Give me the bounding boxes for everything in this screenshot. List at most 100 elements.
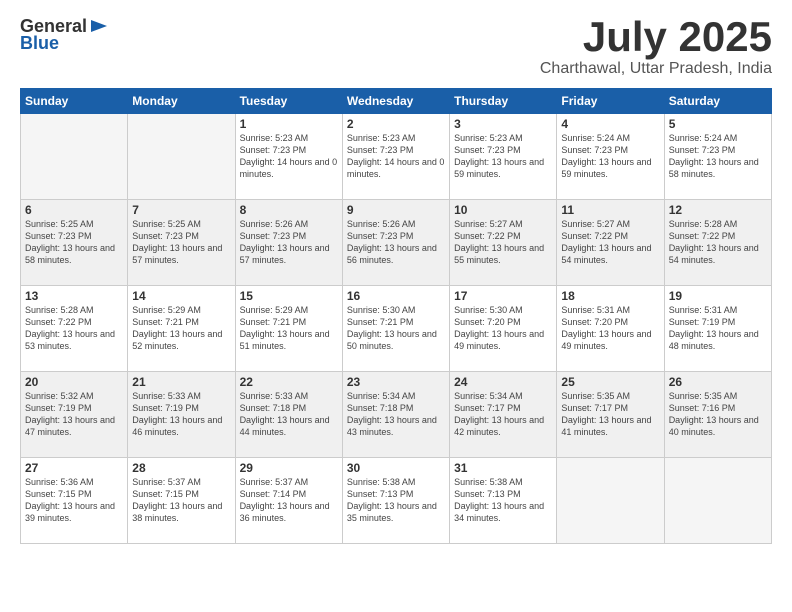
- day-info: Sunrise: 5:25 AMSunset: 7:23 PMDaylight:…: [132, 218, 230, 267]
- calendar-header-row: Sunday Monday Tuesday Wednesday Thursday…: [21, 89, 772, 114]
- table-row: 12Sunrise: 5:28 AMSunset: 7:22 PMDayligh…: [664, 200, 771, 286]
- table-row: 11Sunrise: 5:27 AMSunset: 7:22 PMDayligh…: [557, 200, 664, 286]
- day-info: Sunrise: 5:27 AMSunset: 7:22 PMDaylight:…: [561, 218, 659, 267]
- table-row: 6Sunrise: 5:25 AMSunset: 7:23 PMDaylight…: [21, 200, 128, 286]
- table-row: 21Sunrise: 5:33 AMSunset: 7:19 PMDayligh…: [128, 372, 235, 458]
- header-thursday: Thursday: [450, 89, 557, 114]
- day-info: Sunrise: 5:24 AMSunset: 7:23 PMDaylight:…: [561, 132, 659, 181]
- table-row: 8Sunrise: 5:26 AMSunset: 7:23 PMDaylight…: [235, 200, 342, 286]
- table-row: 10Sunrise: 5:27 AMSunset: 7:22 PMDayligh…: [450, 200, 557, 286]
- day-number: 3: [454, 117, 552, 131]
- header-monday: Monday: [128, 89, 235, 114]
- table-row: 25Sunrise: 5:35 AMSunset: 7:17 PMDayligh…: [557, 372, 664, 458]
- table-row: 9Sunrise: 5:26 AMSunset: 7:23 PMDaylight…: [342, 200, 449, 286]
- header-saturday: Saturday: [664, 89, 771, 114]
- table-row: 31Sunrise: 5:38 AMSunset: 7:13 PMDayligh…: [450, 458, 557, 544]
- day-number: 6: [25, 203, 123, 217]
- day-number: 16: [347, 289, 445, 303]
- day-number: 1: [240, 117, 338, 131]
- day-info: Sunrise: 5:33 AMSunset: 7:18 PMDaylight:…: [240, 390, 338, 439]
- table-row: 14Sunrise: 5:29 AMSunset: 7:21 PMDayligh…: [128, 286, 235, 372]
- table-row: 27Sunrise: 5:36 AMSunset: 7:15 PMDayligh…: [21, 458, 128, 544]
- table-row: 20Sunrise: 5:32 AMSunset: 7:19 PMDayligh…: [21, 372, 128, 458]
- day-info: Sunrise: 5:28 AMSunset: 7:22 PMDaylight:…: [669, 218, 767, 267]
- day-info: Sunrise: 5:31 AMSunset: 7:19 PMDaylight:…: [669, 304, 767, 353]
- table-row: 19Sunrise: 5:31 AMSunset: 7:19 PMDayligh…: [664, 286, 771, 372]
- day-number: 19: [669, 289, 767, 303]
- table-row: 30Sunrise: 5:38 AMSunset: 7:13 PMDayligh…: [342, 458, 449, 544]
- day-info: Sunrise: 5:29 AMSunset: 7:21 PMDaylight:…: [240, 304, 338, 353]
- day-number: 11: [561, 203, 659, 217]
- day-info: Sunrise: 5:26 AMSunset: 7:23 PMDaylight:…: [347, 218, 445, 267]
- day-info: Sunrise: 5:37 AMSunset: 7:15 PMDaylight:…: [132, 476, 230, 525]
- header: General Blue July 2025 Charthawal, Uttar…: [20, 16, 772, 78]
- day-info: Sunrise: 5:26 AMSunset: 7:23 PMDaylight:…: [240, 218, 338, 267]
- day-info: Sunrise: 5:38 AMSunset: 7:13 PMDaylight:…: [347, 476, 445, 525]
- day-number: 31: [454, 461, 552, 475]
- header-sunday: Sunday: [21, 89, 128, 114]
- day-number: 7: [132, 203, 230, 217]
- table-row: 22Sunrise: 5:33 AMSunset: 7:18 PMDayligh…: [235, 372, 342, 458]
- day-info: Sunrise: 5:25 AMSunset: 7:23 PMDaylight:…: [25, 218, 123, 267]
- day-info: Sunrise: 5:36 AMSunset: 7:15 PMDaylight:…: [25, 476, 123, 525]
- day-info: Sunrise: 5:33 AMSunset: 7:19 PMDaylight:…: [132, 390, 230, 439]
- table-row: 17Sunrise: 5:30 AMSunset: 7:20 PMDayligh…: [450, 286, 557, 372]
- day-info: Sunrise: 5:30 AMSunset: 7:21 PMDaylight:…: [347, 304, 445, 353]
- table-row: 24Sunrise: 5:34 AMSunset: 7:17 PMDayligh…: [450, 372, 557, 458]
- month-title: July 2025: [540, 16, 772, 58]
- day-number: 28: [132, 461, 230, 475]
- day-info: Sunrise: 5:35 AMSunset: 7:16 PMDaylight:…: [669, 390, 767, 439]
- day-info: Sunrise: 5:29 AMSunset: 7:21 PMDaylight:…: [132, 304, 230, 353]
- day-info: Sunrise: 5:28 AMSunset: 7:22 PMDaylight:…: [25, 304, 123, 353]
- table-row: 29Sunrise: 5:37 AMSunset: 7:14 PMDayligh…: [235, 458, 342, 544]
- day-info: Sunrise: 5:35 AMSunset: 7:17 PMDaylight:…: [561, 390, 659, 439]
- day-info: Sunrise: 5:34 AMSunset: 7:18 PMDaylight:…: [347, 390, 445, 439]
- header-tuesday: Tuesday: [235, 89, 342, 114]
- header-wednesday: Wednesday: [342, 89, 449, 114]
- day-number: 24: [454, 375, 552, 389]
- day-info: Sunrise: 5:34 AMSunset: 7:17 PMDaylight:…: [454, 390, 552, 439]
- calendar-table: Sunday Monday Tuesday Wednesday Thursday…: [20, 88, 772, 544]
- table-row: 2Sunrise: 5:23 AMSunset: 7:23 PMDaylight…: [342, 114, 449, 200]
- day-number: 13: [25, 289, 123, 303]
- day-number: 21: [132, 375, 230, 389]
- table-row: [664, 458, 771, 544]
- calendar-week-row: 13Sunrise: 5:28 AMSunset: 7:22 PMDayligh…: [21, 286, 772, 372]
- table-row: 5Sunrise: 5:24 AMSunset: 7:23 PMDaylight…: [664, 114, 771, 200]
- day-info: Sunrise: 5:37 AMSunset: 7:14 PMDaylight:…: [240, 476, 338, 525]
- day-number: 15: [240, 289, 338, 303]
- day-info: Sunrise: 5:32 AMSunset: 7:19 PMDaylight:…: [25, 390, 123, 439]
- table-row: 16Sunrise: 5:30 AMSunset: 7:21 PMDayligh…: [342, 286, 449, 372]
- day-number: 20: [25, 375, 123, 389]
- day-number: 23: [347, 375, 445, 389]
- table-row: 26Sunrise: 5:35 AMSunset: 7:16 PMDayligh…: [664, 372, 771, 458]
- day-info: Sunrise: 5:38 AMSunset: 7:13 PMDaylight:…: [454, 476, 552, 525]
- day-number: 25: [561, 375, 659, 389]
- table-row: 7Sunrise: 5:25 AMSunset: 7:23 PMDaylight…: [128, 200, 235, 286]
- page: General Blue July 2025 Charthawal, Uttar…: [0, 0, 792, 612]
- table-row: 28Sunrise: 5:37 AMSunset: 7:15 PMDayligh…: [128, 458, 235, 544]
- day-number: 30: [347, 461, 445, 475]
- day-number: 4: [561, 117, 659, 131]
- day-number: 8: [240, 203, 338, 217]
- day-number: 26: [669, 375, 767, 389]
- table-row: 4Sunrise: 5:24 AMSunset: 7:23 PMDaylight…: [557, 114, 664, 200]
- table-row: 3Sunrise: 5:23 AMSunset: 7:23 PMDaylight…: [450, 114, 557, 200]
- table-row: 15Sunrise: 5:29 AMSunset: 7:21 PMDayligh…: [235, 286, 342, 372]
- table-row: 18Sunrise: 5:31 AMSunset: 7:20 PMDayligh…: [557, 286, 664, 372]
- day-info: Sunrise: 5:23 AMSunset: 7:23 PMDaylight:…: [240, 132, 338, 181]
- day-info: Sunrise: 5:23 AMSunset: 7:23 PMDaylight:…: [454, 132, 552, 181]
- calendar-week-row: 1Sunrise: 5:23 AMSunset: 7:23 PMDaylight…: [21, 114, 772, 200]
- table-row: [128, 114, 235, 200]
- day-number: 18: [561, 289, 659, 303]
- table-row: 13Sunrise: 5:28 AMSunset: 7:22 PMDayligh…: [21, 286, 128, 372]
- day-number: 17: [454, 289, 552, 303]
- day-info: Sunrise: 5:23 AMSunset: 7:23 PMDaylight:…: [347, 132, 445, 181]
- day-number: 5: [669, 117, 767, 131]
- table-row: 23Sunrise: 5:34 AMSunset: 7:18 PMDayligh…: [342, 372, 449, 458]
- table-row: 1Sunrise: 5:23 AMSunset: 7:23 PMDaylight…: [235, 114, 342, 200]
- day-number: 29: [240, 461, 338, 475]
- day-number: 10: [454, 203, 552, 217]
- day-info: Sunrise: 5:24 AMSunset: 7:23 PMDaylight:…: [669, 132, 767, 181]
- day-info: Sunrise: 5:31 AMSunset: 7:20 PMDaylight:…: [561, 304, 659, 353]
